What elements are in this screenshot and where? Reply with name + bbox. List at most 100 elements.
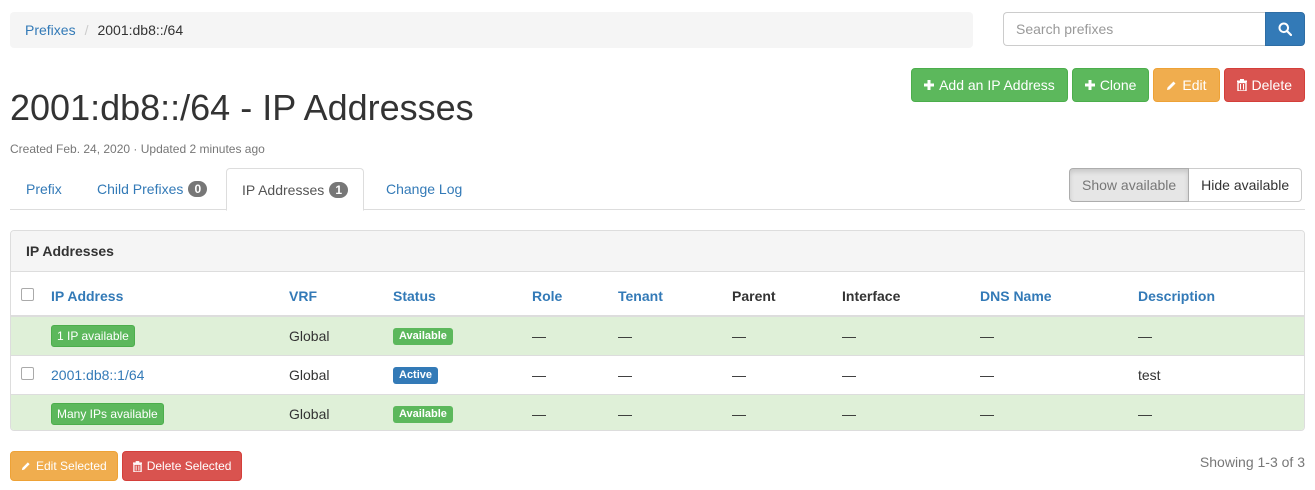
show-available-button[interactable]: Show available bbox=[1069, 168, 1190, 202]
dns-name-cell: — bbox=[972, 393, 1130, 430]
column-header-interface: Interface bbox=[834, 272, 972, 317]
pagination-summary: Showing 1-3 of 3 bbox=[1199, 454, 1305, 470]
sort-link[interactable]: Tenant bbox=[618, 288, 663, 304]
pencil-icon bbox=[21, 461, 31, 471]
search-input[interactable] bbox=[1003, 12, 1265, 46]
status-cell: Available bbox=[385, 315, 524, 355]
interface-cell: — bbox=[834, 354, 972, 394]
role-cell: — bbox=[524, 393, 610, 430]
vrf-cell: Global bbox=[281, 354, 385, 394]
description-cell: — bbox=[1130, 315, 1304, 355]
ip-address-link[interactable]: 2001:db8::1/64 bbox=[51, 367, 144, 383]
tab-label: Child Prefixes bbox=[97, 181, 184, 197]
ip-address-cell: 1 IP available bbox=[43, 315, 281, 355]
status-cell: Available bbox=[385, 393, 524, 430]
trash-icon bbox=[1236, 79, 1247, 91]
interface-cell: — bbox=[834, 393, 972, 430]
vrf-cell: Global bbox=[281, 315, 385, 355]
tab-child-prefixes[interactable]: Child Prefixes 0 bbox=[81, 168, 223, 210]
description-cell: test bbox=[1130, 354, 1304, 394]
edit-selected-button[interactable]: Edit Selected bbox=[10, 451, 118, 481]
breadcrumb-separator: / bbox=[84, 22, 89, 38]
checkbox-cell bbox=[11, 315, 43, 355]
breadcrumb-prefixes-link[interactable]: Prefixes bbox=[25, 22, 76, 38]
clone-button[interactable]: Clone bbox=[1071, 68, 1150, 102]
table-row: Many IPs available Global Available — — … bbox=[11, 393, 1304, 430]
tab-label: IP Addresses bbox=[242, 181, 325, 198]
trash-icon bbox=[132, 460, 142, 472]
column-header-vrf[interactable]: VRF bbox=[281, 272, 385, 317]
breadcrumb-current: 2001:db8::/64 bbox=[97, 22, 184, 38]
count-badge: 1 bbox=[329, 181, 349, 198]
panel-heading: IP Addresses bbox=[11, 231, 1304, 272]
interface-cell: — bbox=[834, 315, 972, 355]
tenant-cell: — bbox=[610, 315, 724, 355]
tenant-cell: — bbox=[610, 354, 724, 394]
dns-name-cell: — bbox=[972, 315, 1130, 355]
edit-label: Edit bbox=[1182, 77, 1207, 93]
plus-icon bbox=[1084, 80, 1095, 90]
status-badge: Active bbox=[393, 367, 439, 384]
ip-available-button[interactable]: Many IPs available bbox=[51, 402, 164, 425]
parent-cell: — bbox=[724, 354, 834, 394]
search-button[interactable] bbox=[1265, 12, 1305, 46]
parent-cell: — bbox=[724, 315, 834, 355]
ip-available-button[interactable]: 1 IP available bbox=[51, 324, 135, 347]
sort-link[interactable]: IP Address bbox=[51, 288, 123, 304]
plus-icon bbox=[924, 80, 935, 90]
role-cell: — bbox=[524, 354, 610, 394]
sort-link[interactable]: DNS Name bbox=[980, 288, 1052, 304]
add-ip-address-button[interactable]: Add an IP Address bbox=[911, 68, 1068, 102]
sort-link[interactable]: Description bbox=[1138, 288, 1215, 304]
tenant-cell: — bbox=[610, 393, 724, 430]
tab-label: Change Log bbox=[386, 181, 463, 197]
tab-ip-addresses[interactable]: IP Addresses 1 bbox=[226, 168, 365, 211]
available-toggle: Show available Hide available bbox=[1069, 168, 1303, 202]
page-title: 2001:db8::/64 - IP Addresses bbox=[10, 87, 474, 128]
description-cell: — bbox=[1130, 393, 1304, 430]
tab-label: Prefix bbox=[26, 181, 62, 197]
bulk-actions: Edit Selected Delete Selected bbox=[10, 451, 243, 481]
ip-address-cell: 2001:db8::1/64 bbox=[43, 354, 281, 394]
tab-prefix[interactable]: Prefix bbox=[10, 168, 78, 210]
hide-available-button[interactable]: Hide available bbox=[1189, 168, 1303, 202]
ip-addresses-panel: IP Addresses IP Address VRF Status Role … bbox=[10, 230, 1305, 431]
column-header-tenant[interactable]: Tenant bbox=[610, 272, 724, 317]
edit-button[interactable]: Edit bbox=[1153, 68, 1220, 102]
clone-label: Clone bbox=[1099, 77, 1137, 93]
search-icon bbox=[1278, 22, 1292, 36]
count-badge: 0 bbox=[188, 181, 208, 197]
checkbox-cell bbox=[11, 354, 43, 394]
tab-change-log[interactable]: Change Log bbox=[370, 168, 478, 210]
delete-selected-button[interactable]: Delete Selected bbox=[121, 451, 243, 481]
column-header-description[interactable]: Description bbox=[1130, 272, 1304, 317]
select-all-checkbox[interactable] bbox=[21, 287, 34, 301]
column-header-role[interactable]: Role bbox=[524, 272, 610, 317]
role-cell: — bbox=[524, 315, 610, 355]
column-header-parent: Parent bbox=[724, 272, 834, 317]
delete-button[interactable]: Delete bbox=[1223, 68, 1305, 102]
column-header-dns-name[interactable]: DNS Name bbox=[972, 272, 1130, 317]
table-row: 2001:db8::1/64 Global Active — — — — — t… bbox=[11, 354, 1304, 394]
delete-selected-label: Delete Selected bbox=[146, 459, 232, 473]
table-row: 1 IP available Global Available — — — — … bbox=[11, 315, 1304, 355]
status-cell: Active bbox=[385, 354, 524, 394]
prefix-actions: Add an IP Address Clone Edit Delete bbox=[911, 68, 1305, 102]
table-header-row: IP Address VRF Status Role Tenant Parent… bbox=[11, 272, 1304, 317]
sort-link[interactable]: Role bbox=[532, 288, 562, 304]
row-checkbox[interactable] bbox=[21, 366, 34, 380]
sort-link[interactable]: VRF bbox=[289, 288, 317, 304]
column-header-status[interactable]: Status bbox=[385, 272, 524, 317]
pencil-icon bbox=[1166, 80, 1177, 91]
checkbox-cell bbox=[11, 393, 43, 430]
search-form bbox=[1003, 12, 1305, 46]
sort-link[interactable]: Status bbox=[393, 288, 436, 304]
ip-address-cell: Many IPs available bbox=[43, 393, 281, 430]
parent-cell: — bbox=[724, 393, 834, 430]
column-header-ip-address[interactable]: IP Address bbox=[43, 272, 281, 317]
dns-name-cell: — bbox=[972, 354, 1130, 394]
select-all-cell bbox=[11, 272, 43, 317]
status-badge: Available bbox=[393, 328, 453, 346]
created-updated-meta: Created Feb. 24, 2020 · Updated 2 minute… bbox=[10, 142, 265, 156]
delete-label: Delete bbox=[1251, 77, 1292, 93]
